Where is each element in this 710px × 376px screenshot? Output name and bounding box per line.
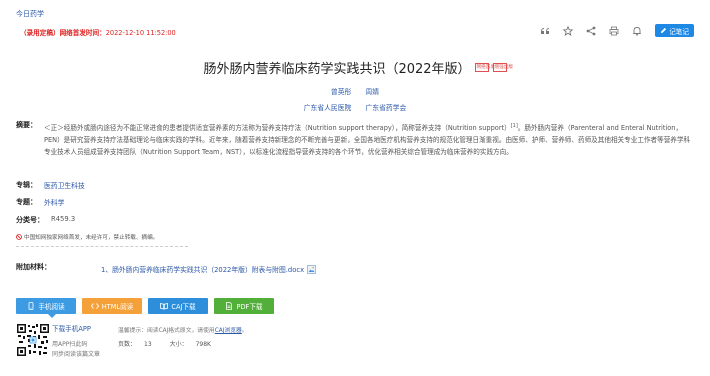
printer-icon <box>609 26 619 35</box>
cite-button[interactable] <box>539 25 551 37</box>
pdf-download-label: PDF下载 <box>236 303 263 311</box>
reader-tip: 温馨提示：阅读CAJ格式原文，请使用CAJ浏览器。 <box>118 325 248 334</box>
download-app-link[interactable]: 下载手机APP <box>52 323 91 333</box>
abstract-label: 摘要： <box>16 121 37 129</box>
series-link[interactable]: 医药卫生科技 <box>44 180 85 190</box>
page-count-value: 13 <box>144 341 152 348</box>
qr-code <box>16 323 50 357</box>
divider <box>16 246 188 247</box>
mobile-read-label: 手机阅读 <box>38 303 65 311</box>
reader-tip-text: 温馨提示：阅读CAJ格式原文，请使用 <box>118 328 215 334</box>
reader-tip-end: 。 <box>241 328 248 334</box>
class-number: R459.3 <box>51 215 76 223</box>
file-size-label: 大小： <box>169 341 188 348</box>
pencil-icon <box>661 27 667 34</box>
copyright-notice: 中国知网独家网络首发，未经许可，禁止转载、摘编。 <box>16 233 158 241</box>
html-read-button[interactable]: HTML阅读 <box>82 298 142 314</box>
publish-time: 2022-12-10 11:52:00 <box>105 29 176 37</box>
author-list: 曾英彤 周婧 <box>0 86 710 96</box>
bell-icon <box>633 26 642 36</box>
page-count-label: 页数： <box>118 341 137 348</box>
abstract-part-a: ＜正＞经肠外或肠内途径为不能正常进食的患者提供适宜营养素的方法称为营养支持疗法（… <box>44 124 511 133</box>
alert-button[interactable] <box>631 25 643 37</box>
quote-icon <box>541 27 550 34</box>
share-button[interactable] <box>585 25 597 37</box>
caj-viewer-link[interactable]: CAJ浏览器 <box>215 328 242 334</box>
take-note-button[interactable]: 记笔记 <box>655 24 694 37</box>
attachment-filename: 1、肠外肠内营养临床药学实践共识（2022年版）附表与附图.docx <box>101 266 305 274</box>
network-first-badge: 网络首发 <box>474 63 495 72</box>
favorite-button[interactable] <box>562 25 574 37</box>
enhanced-edition-badge: 增强出版 <box>492 63 513 72</box>
page-info: 页数： 13 大小： 798K <box>118 339 227 348</box>
topic-link[interactable]: 外科学 <box>44 197 64 207</box>
article-title-row: 肠外肠内营养临床药学实践共识（2022年版） 网络首发 增强出版 <box>0 58 710 77</box>
take-note-label: 记笔记 <box>669 27 689 36</box>
pdf-icon <box>226 302 233 310</box>
page-count: 页数： 13 <box>118 341 160 348</box>
active-pointer-icon <box>48 314 56 318</box>
share-icon <box>586 26 596 35</box>
publish-label: 网络首发时间： <box>59 29 106 37</box>
attachments-label: 附加材料： <box>16 263 51 271</box>
print-button[interactable] <box>608 25 620 37</box>
class-number-label: 分类号： <box>16 216 44 224</box>
publish-prefix: （录用定稿） <box>20 29 60 37</box>
no-entry-icon <box>16 234 22 240</box>
organization-list: 广东省人民医院 广东省药学会 <box>0 102 710 112</box>
article-title: 肠外肠内营养临床药学实践共识（2022年版） <box>203 62 471 77</box>
file-size: 大小： 798K <box>170 341 219 348</box>
caj-download-button[interactable]: CAJ下载 <box>148 298 208 314</box>
organization-link[interactable]: 广东省人民医院 <box>304 104 352 112</box>
mobile-read-button[interactable]: 手机阅读 <box>16 298 76 314</box>
organization-link[interactable]: 广东省药学会 <box>365 104 406 112</box>
publish-note: （录用定稿）网络首发时间：2022-12-10 11:52:00 <box>20 27 176 37</box>
download-bar: 手机阅读 HTML阅读 CAJ下载 PDF下载 <box>16 298 280 314</box>
toolbar: 记笔记 <box>528 24 694 37</box>
image-file-icon <box>307 264 316 274</box>
book-icon <box>160 303 169 310</box>
file-size-value: 798K <box>195 341 211 348</box>
phone-icon <box>28 302 34 310</box>
journal-link[interactable]: 今日药学 <box>16 9 44 19</box>
author-link[interactable]: 周婧 <box>365 88 379 96</box>
code-icon <box>90 303 99 309</box>
caj-download-label: CAJ下载 <box>171 303 196 311</box>
topic-label: 专题： <box>16 198 37 206</box>
author-link[interactable]: 曾英彤 <box>331 88 351 96</box>
attachment-link[interactable]: 1、肠外肠内营养临床药学实践共识（2022年版）附表与附图.docx <box>101 264 316 274</box>
series-label: 专辑： <box>16 181 37 189</box>
abstract-text: ＜正＞经肠外或肠内途径为不能正常进食的患者提供适宜营养素的方法称为营养支持疗法（… <box>44 120 696 158</box>
reference-link[interactable]: [1] <box>511 123 518 129</box>
pdf-download-button[interactable]: PDF下载 <box>214 298 274 314</box>
app-scan-hint: 用APP扫此码 <box>52 341 88 348</box>
copyright-text: 中国知网独家网络首发，未经许可，禁止转载、摘编。 <box>24 235 159 241</box>
html-read-label: HTML阅读 <box>101 303 134 311</box>
star-icon <box>563 25 574 36</box>
app-sync-hint: 同步阅读该篇文章 <box>52 351 101 358</box>
